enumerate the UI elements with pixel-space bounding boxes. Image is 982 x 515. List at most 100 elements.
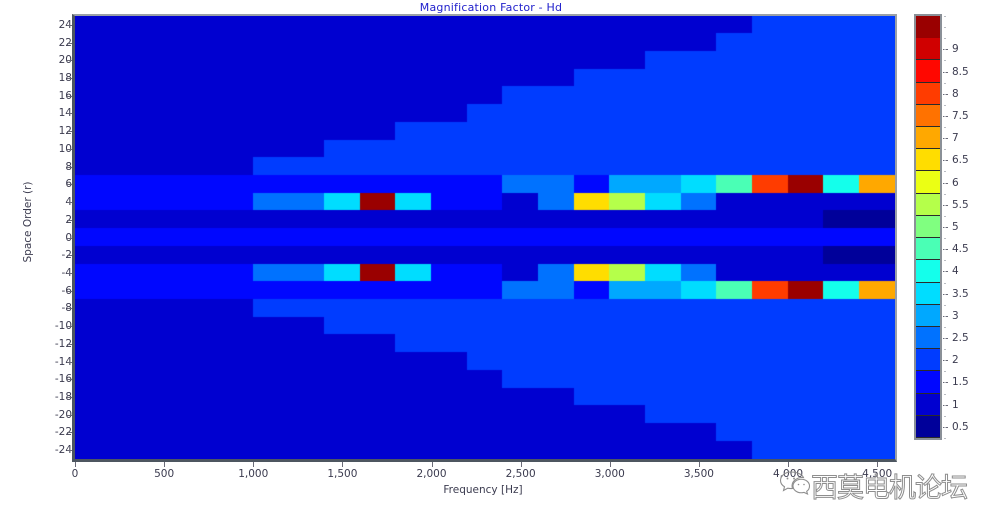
colorbar-minor-tick [944,138,946,139]
colorbar-band [916,415,940,438]
colorbar-minor-tick [944,16,946,17]
x-tick-mark [699,462,700,467]
colorbar-band [916,371,940,394]
x-axis-label-text: Frequency [Hz] [443,484,523,496]
x-tick-mark [75,462,76,467]
colorbar-minor-tick [944,205,946,206]
colorbar-minor-tick [944,294,946,295]
colorbar-minor-tick [944,149,946,150]
x-tick-mark [432,462,433,467]
colorbar-minor-tick [944,60,946,61]
colorbar-tick-label: 2 [952,354,959,367]
x-tick-label: 0 [71,468,79,480]
colorbar-band [916,260,940,283]
colorbar-band [916,326,940,350]
colorbar-tick-label: 6 [952,176,959,189]
colorbar-minor-tick [944,338,946,339]
colorbar-band [916,104,940,128]
x-tick-mark [521,462,522,467]
colorbar-minor-tick [944,371,946,372]
colorbar-group: 0.5 1 1.5 2 2.5 3 3.5 4 4.5 5 5.5 6 6.5 7 7.5 8 8.5 9 [914,14,980,462]
colorbar-minor-tick [944,260,946,261]
colorbar-minor-tick [944,271,946,272]
colorbar-tick-label: 5.5 [952,198,969,211]
colorbar-minor-tick [944,316,946,317]
x-tick-label: 1,500 [327,468,358,480]
colorbar[interactable] [914,14,942,440]
x-tick-mark [253,462,254,467]
colorbar-minor-tick [944,416,946,417]
colorbar-band [916,171,940,194]
x-tick-label: 4,000 [773,468,804,480]
colorbar-minor-tick [944,49,946,50]
colorbar-tick-label: 8 [952,87,959,100]
colorbar-band [916,60,940,83]
colorbar-tick-label: 2.5 [952,332,969,345]
x-tick-mark [877,462,878,467]
x-axis-label: Frequency [Hz] [0,484,982,496]
colorbar-minor-tick [944,249,946,250]
colorbar-minor-tick [944,105,946,106]
colorbar-band [916,282,940,305]
x-tick-mark [788,462,789,467]
colorbar-tick-label: 7 [952,132,959,145]
x-tick-mark [164,462,165,467]
colorbar-tick-label: 8.5 [952,65,969,78]
colorbar-minor-tick [944,160,946,161]
colorbar-tick-label: 3 [952,309,959,322]
colorbar-minor-tick [944,238,946,239]
x-tick-label: 2,500 [505,468,536,480]
colorbar-minor-tick [944,116,946,117]
colorbar-minor-tick [944,72,946,73]
colorbar-band [916,393,940,416]
colorbar-tick-label: 0.5 [952,420,969,433]
colorbar-minor-tick [944,427,946,428]
colorbar-minor-tick [944,227,946,228]
colorbar-minor-tick [944,83,946,84]
colorbar-band [916,127,940,150]
colorbar-minor-tick [944,27,946,28]
colorbar-band [916,304,940,327]
colorbar-minor-tick [944,438,946,439]
colorbar-tick-label: 6.5 [952,154,969,167]
x-tick-label: 3,000 [594,468,625,480]
colorbar-tick-label: 9 [952,43,959,56]
colorbar-minor-tick [944,127,946,128]
chart-screenshot: Magnification Factor - Hd Space Order (r… [0,0,982,515]
colorbar-minor-tick [944,38,946,39]
colorbar-minor-tick [944,216,946,217]
x-axis-ticks: 0 500 1,000 1,500 2,000 2,500 3,000 3,500 4,000 4… [0,0,982,515]
colorbar-tick-label: 1 [952,398,959,411]
colorbar-tick-label: 4.5 [952,243,969,256]
colorbar-tick-label: 3.5 [952,287,969,300]
colorbar-minor-tick [944,360,946,361]
x-tick-label: 500 [154,468,175,480]
colorbar-minor-tick [944,194,946,195]
colorbar-band [916,215,940,239]
colorbar-minor-tick [944,94,946,95]
colorbar-minor-tick [944,394,946,395]
colorbar-band [916,193,940,216]
x-tick-label: 2,000 [416,468,447,480]
colorbar-band [916,238,940,261]
colorbar-axis: 0.5 1 1.5 2 2.5 3 3.5 4 4.5 5 5.5 6 6.5 7 7.5 8 8.5 9 [942,14,980,440]
x-tick-label: 3,500 [683,468,714,480]
colorbar-band [916,82,940,105]
x-tick-mark [610,462,611,467]
colorbar-minor-tick [944,171,946,172]
x-tick-mark [342,462,343,467]
colorbar-band [916,16,940,39]
colorbar-minor-tick [944,327,946,328]
colorbar-minor-tick [944,349,946,350]
colorbar-band [916,349,940,372]
colorbar-band [916,149,940,172]
colorbar-minor-tick [944,305,946,306]
colorbar-tick-label: 5 [952,221,959,233]
x-tick-label: 4,500 [862,468,893,480]
colorbar-tick-label: 4 [952,265,959,278]
colorbar-minor-tick [944,382,946,383]
colorbar-minor-tick [944,183,946,184]
x-tick-label: 1,000 [238,468,269,480]
colorbar-tick-label: 7.5 [952,109,969,122]
colorbar-minor-tick [944,283,946,284]
